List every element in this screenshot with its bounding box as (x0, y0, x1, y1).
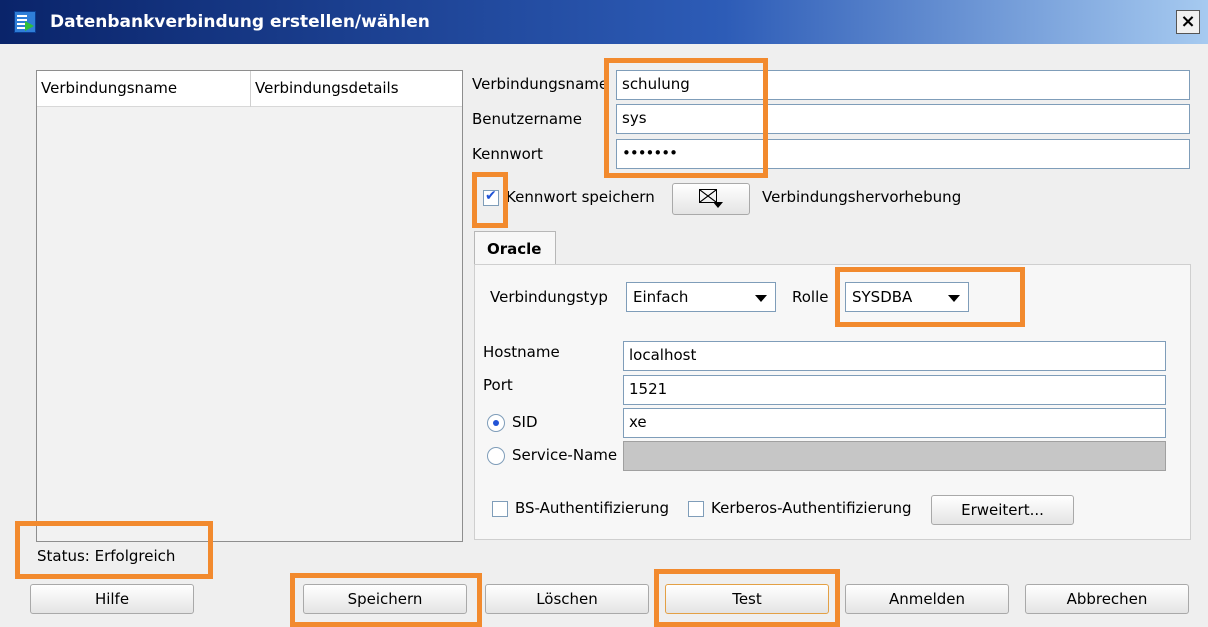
title-bar[interactable]: Datenbankverbindung erstellen/wählen × (0, 0, 1208, 44)
kerberos-authentication-checkbox[interactable] (688, 501, 704, 517)
delete-button[interactable]: Löschen (485, 584, 649, 614)
connections-list-header: Verbindungsname Verbindungsdetails (37, 71, 462, 107)
connection-highlight-label: Verbindungshervorhebung (762, 188, 962, 206)
connection-name-label: Verbindungsname (472, 75, 609, 93)
column-header-connection-details[interactable]: Verbindungsdetails (255, 79, 399, 97)
connection-type-value: Einfach (633, 288, 689, 306)
password-label: Kennwort (472, 145, 543, 163)
password-input[interactable]: ••••••• (616, 139, 1190, 169)
chevron-down-icon (948, 295, 960, 302)
help-button[interactable]: Hilfe (30, 584, 194, 614)
test-button[interactable]: Test (665, 584, 829, 614)
role-value: SYSDBA (852, 288, 913, 306)
advanced-button[interactable]: Erweitert... (931, 495, 1074, 525)
tab-oracle[interactable]: Oracle (474, 231, 556, 265)
hostname-label: Hostname (483, 343, 560, 361)
service-name-radio[interactable] (487, 447, 505, 465)
save-password-checkbox[interactable] (483, 188, 499, 206)
close-button[interactable]: × (1176, 10, 1200, 34)
hostname-input[interactable]: localhost (623, 341, 1166, 371)
sid-radio[interactable] (487, 414, 505, 432)
chevron-down-icon (755, 295, 767, 302)
connection-dialog: Datenbankverbindung erstellen/wählen × V… (0, 0, 1208, 627)
save-password-label: Kennwort speichern (506, 188, 655, 206)
envelope-icon (699, 189, 717, 203)
service-name-label: Service-Name (512, 446, 618, 464)
connections-list[interactable]: Verbindungsname Verbindungsdetails (36, 70, 463, 542)
sid-input[interactable]: xe (623, 408, 1166, 438)
port-label: Port (483, 376, 513, 394)
connection-type-select[interactable]: Einfach (626, 282, 776, 312)
database-connection-icon (14, 11, 36, 33)
username-label: Benutzername (472, 110, 582, 128)
os-authentication-checkbox[interactable] (492, 501, 508, 517)
sid-label: SID (512, 413, 538, 431)
username-input[interactable]: sys (616, 104, 1190, 134)
dropdown-arrow-icon (713, 202, 723, 208)
column-divider[interactable] (250, 71, 251, 107)
cancel-button[interactable]: Abbrechen (1025, 584, 1189, 614)
port-input[interactable]: 1521 (623, 375, 1166, 405)
connection-name-input[interactable]: schulung (616, 70, 1190, 100)
connection-type-label: Verbindungstyp (490, 288, 608, 306)
os-authentication-label: BS-Authentifizierung (515, 499, 669, 517)
save-button[interactable]: Speichern (303, 584, 467, 614)
service-name-input[interactable] (623, 441, 1166, 471)
connect-button[interactable]: Anmelden (845, 584, 1009, 614)
role-select[interactable]: SYSDBA (845, 282, 969, 312)
connection-highlight-button[interactable] (672, 183, 750, 215)
column-header-connection-name[interactable]: Verbindungsname (41, 79, 177, 97)
kerberos-authentication-label: Kerberos-Authentifizierung (711, 499, 912, 517)
status-text: Status: Erfolgreich (37, 547, 176, 565)
role-label: Rolle (792, 288, 829, 306)
window-title: Datenbankverbindung erstellen/wählen (50, 12, 430, 32)
